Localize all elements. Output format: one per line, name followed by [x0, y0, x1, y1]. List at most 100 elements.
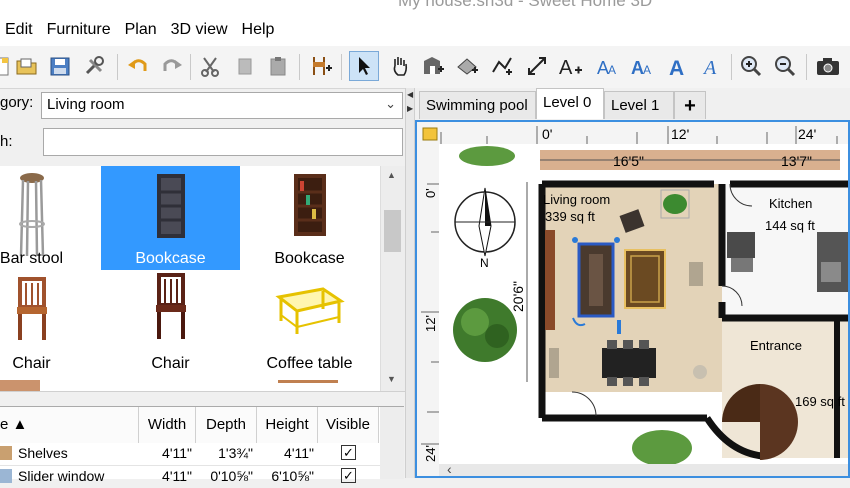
pane-divider[interactable]	[0, 391, 405, 406]
save-icon[interactable]	[45, 51, 75, 81]
text-italic-icon[interactable]: A	[697, 51, 727, 81]
column-header-depth[interactable]: Depth	[196, 407, 257, 443]
text-style-icon[interactable]: AA	[593, 51, 623, 81]
shelves-icon	[0, 446, 12, 460]
catalog-item-chair[interactable]: Chair	[101, 271, 240, 375]
plan-horizontal-scrollbar[interactable]: ‹	[439, 461, 848, 476]
create-walls-icon[interactable]	[418, 51, 448, 81]
svg-text:A: A	[608, 63, 616, 77]
furniture-table: e ▲ Width Depth Height Visible Shelves 4…	[0, 406, 404, 484]
split-pane-divider[interactable]: ◀ ▶	[405, 88, 415, 478]
bookcase-wood-icon	[293, 174, 326, 236]
create-polylines-icon[interactable]	[487, 51, 517, 81]
text-bold-icon[interactable]: AA	[627, 51, 657, 81]
create-rooms-icon[interactable]	[452, 51, 482, 81]
room-area: 339 sq ft	[545, 209, 595, 224]
catalog-item-label: Bar stool	[0, 250, 64, 267]
chair-wood-icon	[16, 277, 47, 340]
catalog-item-label: Chair	[151, 355, 190, 372]
collapse-right-icon[interactable]: ▶	[407, 104, 413, 113]
ruler-label: 12'	[671, 126, 689, 142]
window-icon	[0, 469, 12, 483]
paste-icon[interactable]	[263, 51, 293, 81]
pan-icon[interactable]	[385, 51, 415, 81]
cell-height: 4'11"	[284, 445, 314, 461]
collapse-left-icon[interactable]: ◀	[407, 90, 413, 99]
scroll-down-icon[interactable]: ▼	[387, 374, 396, 384]
column-header-visible[interactable]: Visible	[318, 407, 379, 443]
create-dimensions-icon[interactable]	[522, 51, 552, 81]
category-value: Living room	[47, 96, 125, 113]
cell-name: Shelves	[18, 445, 68, 461]
zoom-out-icon[interactable]	[770, 51, 800, 81]
catalog-item-chair[interactable]: Chair	[0, 271, 101, 375]
room-name: Kitchen	[769, 196, 812, 211]
catalog-item-coffee-table[interactable]: Coffee table	[240, 271, 379, 375]
room-name: Living room	[543, 192, 610, 207]
partial-item-thumbnail	[0, 380, 40, 391]
scroll-up-icon[interactable]: ▲	[387, 170, 396, 180]
table-row[interactable]: Shelves 4'11" 1'3¾" 4'11" ✓	[0, 443, 380, 466]
category-dropdown[interactable]: Living room ⌄	[41, 92, 403, 119]
menu-edit[interactable]: Edit	[0, 21, 40, 39]
title-bar: My house.sh3d - Sweet Home 3D	[0, 0, 850, 14]
room-name: Entrance	[750, 338, 802, 353]
bookcase-icon	[156, 174, 185, 238]
copy-icon[interactable]	[229, 51, 259, 81]
room-area: 169 sq ft	[795, 394, 845, 409]
cell-width: 4'11"	[162, 468, 192, 484]
ruler-label: 0'	[542, 126, 552, 142]
scrollbar-thumb[interactable]	[384, 210, 401, 252]
tab-level-0[interactable]: Level 0	[536, 88, 604, 119]
zoom-in-icon[interactable]	[736, 51, 766, 81]
side-table	[689, 262, 703, 286]
svg-text:A: A	[559, 57, 573, 78]
preferences-icon[interactable]	[79, 51, 109, 81]
tab-level-1[interactable]: Level 1	[604, 91, 674, 119]
column-header-name[interactable]: e ▲	[0, 407, 139, 443]
top-ruler	[417, 122, 848, 144]
dimension-label: 20'6"	[510, 281, 526, 312]
cut-icon[interactable]	[195, 51, 225, 81]
catalog-item-label: Bookcase	[135, 250, 206, 267]
table-row[interactable]: Slider window 4'11" 0'10⅝" 6'10⅝" ✓	[0, 466, 380, 488]
catalog-scrollbar[interactable]: ▲ ▼	[380, 166, 405, 391]
visible-checkbox[interactable]: ✓	[341, 445, 356, 460]
open-icon[interactable]	[12, 51, 42, 81]
menu-plan[interactable]: Plan	[118, 21, 164, 39]
catalog-item-bookcase[interactable]: Bookcase	[240, 166, 379, 270]
search-input[interactable]	[43, 128, 403, 156]
cell-depth: 0'10⅝"	[210, 468, 253, 484]
column-header-height[interactable]: Height	[257, 407, 318, 443]
visible-checkbox[interactable]: ✓	[341, 468, 356, 483]
level-icon	[422, 127, 438, 141]
add-furniture-icon[interactable]	[305, 51, 335, 81]
svg-text:A: A	[643, 63, 651, 77]
catalog-item-bar-stool[interactable]: Bar stool	[0, 166, 101, 270]
cell-width: 4'11"	[162, 445, 192, 461]
photo-icon[interactable]	[813, 51, 843, 81]
text-increase-icon[interactable]: A	[663, 51, 693, 81]
add-text-icon[interactable]: A	[555, 51, 585, 81]
undo-icon[interactable]	[123, 51, 153, 81]
compass-icon: N	[454, 187, 516, 270]
dining-table	[602, 348, 656, 378]
tab-swimming-pool[interactable]: Swimming pool	[419, 91, 536, 119]
partial-item-thumbnail	[278, 380, 338, 391]
catalog-item-label: Bookcase	[274, 250, 345, 267]
svg-text:A: A	[669, 57, 684, 78]
table-scrollbar[interactable]	[380, 407, 404, 479]
select-icon[interactable]	[349, 51, 379, 81]
dimension-label: 13'7"	[781, 153, 812, 169]
room-area: 144 sq ft	[765, 218, 815, 233]
menu-bar: Edit Furniture Plan 3D view Help	[0, 14, 850, 46]
add-level-tab[interactable]: +	[674, 91, 706, 119]
scroll-left-icon[interactable]: ‹	[447, 461, 452, 476]
menu-furniture[interactable]: Furniture	[40, 21, 118, 39]
column-header-width[interactable]: Width	[139, 407, 196, 443]
redo-icon[interactable]	[157, 51, 187, 81]
menu-help[interactable]: Help	[235, 21, 282, 39]
catalog-item-bookcase-selected[interactable]: Bookcase	[101, 166, 240, 270]
plan-view[interactable]: 0' 12' 24' 0' 12' 24' 16'5" 13'7" 20'6" …	[415, 120, 850, 478]
menu-3d-view[interactable]: 3D view	[164, 21, 235, 39]
